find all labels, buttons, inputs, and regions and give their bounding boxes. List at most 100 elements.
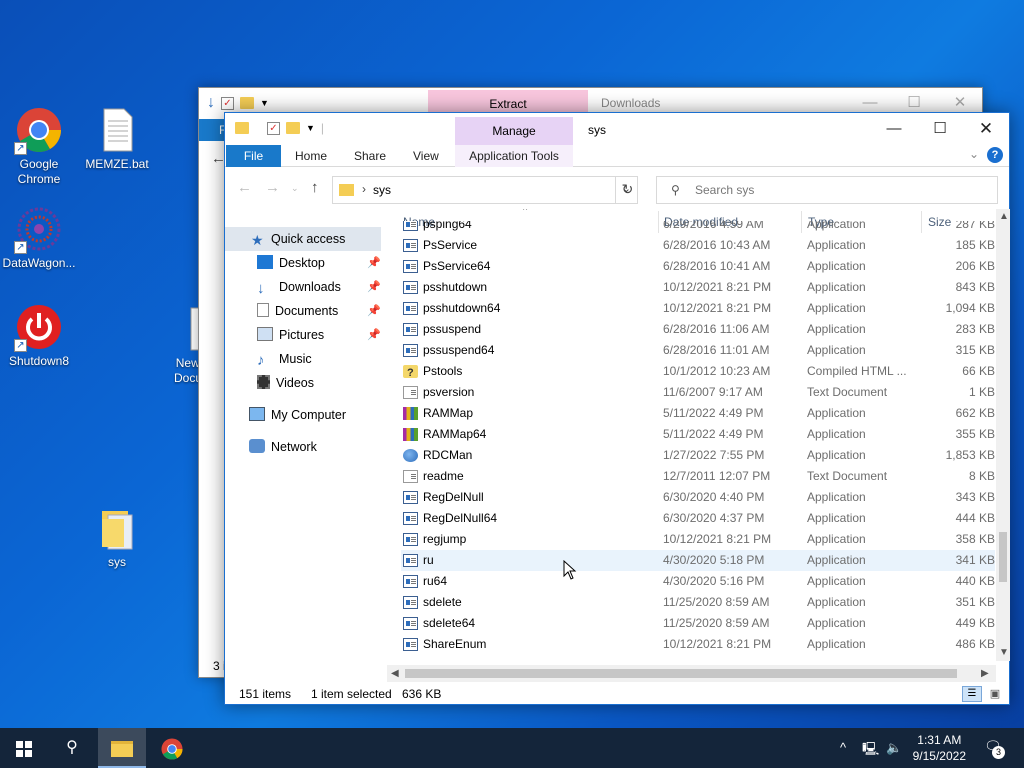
file-row[interactable]: pssuspend64 6/28/2016 11:01 AM Application… (401, 340, 995, 361)
file-row[interactable]: sdelete64 11/25/2020 8:59 AM Application 44… (401, 613, 995, 634)
taskbar-chrome[interactable] (148, 728, 196, 768)
pin-icon[interactable]: 📌 (367, 299, 381, 323)
file-type: Application (807, 301, 866, 315)
large-icons-view-icon[interactable]: ▣ (987, 686, 1003, 702)
new-folder-icon[interactable] (286, 122, 300, 134)
system-clock[interactable]: 1:31 AM 9/15/2022 (913, 732, 966, 764)
file-row[interactable]: ru 4/30/2020 5:18 PM Application 341 KB (401, 550, 995, 571)
taskbar-file-explorer[interactable] (98, 728, 146, 768)
search-button[interactable]: ⚲ (48, 728, 96, 768)
tab-application-tools[interactable]: Application Tools (455, 145, 573, 167)
minimize-button[interactable]: — (871, 114, 917, 144)
file-row[interactable]: RegDelNull64 6/30/2020 4:37 PM Application… (401, 508, 995, 529)
file-row[interactable]: PsService 6/28/2016 10:43 AM Application 18… (401, 235, 995, 256)
file-name: regjump (423, 532, 467, 546)
nav-downloads[interactable]: ↓ Downloads 📌 (257, 275, 381, 299)
scroll-down-arrow-icon[interactable]: ▼ (999, 647, 1009, 658)
file-row[interactable]: readme 12/7/2011 12:07 PM Text Document 8 K… (401, 466, 995, 487)
volume-icon[interactable]: 🔈 (886, 740, 902, 756)
details-view-icon[interactable]: ☰ (962, 686, 982, 702)
customize-dropdown-icon[interactable]: ▼ (306, 123, 315, 133)
network-status-icon[interactable]: 🖳 (862, 740, 879, 762)
application-icon (403, 554, 418, 567)
expand-ribbon-chevron-icon[interactable]: ⌄ (969, 147, 979, 161)
properties-icon[interactable]: ✓ (267, 121, 280, 135)
file-row[interactable]: psversion 11/6/2007 9:17 AM Text Document 1… (401, 382, 995, 403)
properties-icon[interactable]: ✓ (221, 96, 234, 110)
nav-network[interactable]: Network (249, 435, 381, 459)
tab-home[interactable]: Home (295, 145, 327, 167)
scrollbar-thumb[interactable] (405, 669, 957, 678)
pin-icon[interactable]: 📌 (367, 251, 381, 275)
scroll-right-arrow-icon[interactable]: ▶ (981, 668, 989, 679)
file-tab-glimpse[interactable]: F (199, 119, 226, 141)
file-size: 343 KB (955, 490, 995, 504)
nav-music[interactable]: ♪ Music (257, 347, 381, 371)
up-arrow-icon[interactable]: ↑ (311, 179, 319, 196)
nav-pictures[interactable]: Pictures 📌 (257, 323, 381, 347)
desktop-icon-shutdown8[interactable]: ↗ Shutdown8 (1, 304, 77, 369)
file-row[interactable]: ru64 4/30/2020 5:16 PM Application 440 KB (401, 571, 995, 592)
application-icon (403, 428, 418, 441)
file-row[interactable]: RAMMap64 5/11/2022 4:49 PM Application 355 … (401, 424, 995, 445)
breadcrumb-chevron-icon[interactable]: › (362, 182, 366, 196)
desktop-icon-memze[interactable]: MEMZE.bat (79, 107, 155, 172)
file-row[interactable]: regjump 10/12/2021 8:21 PM Application 358 … (401, 529, 995, 550)
tab-file[interactable]: File (226, 145, 281, 167)
tab-view[interactable]: View (413, 145, 439, 167)
maximize-button[interactable]: ☐ (917, 114, 963, 144)
start-button[interactable] (0, 728, 48, 768)
search-input[interactable]: ⚲ Search sys (656, 176, 998, 204)
desktop-icon-datawagon[interactable]: ↗ DataWagon... (1, 206, 77, 271)
folder-icon (235, 122, 249, 134)
file-row[interactable]: Pstools 10/1/2012 10:23 AM Compiled HTML .… (401, 361, 995, 384)
application-icon (403, 281, 418, 294)
close-button[interactable]: ✕ (963, 114, 1009, 144)
nav-quick-access[interactable]: ★ Quick access (225, 227, 381, 251)
manage-context-tab[interactable]: Manage (455, 117, 573, 145)
pin-icon[interactable]: 📌 (367, 323, 381, 347)
nav-my-computer[interactable]: My Computer (249, 403, 381, 427)
action-center-button[interactable]: 🗨 3 (984, 738, 1005, 759)
file-row[interactable]: RDCMan 1/27/2022 7:55 PM Application 1,853 … (401, 445, 995, 466)
nav-desktop[interactable]: Desktop 📌 (257, 251, 381, 275)
file-type: Application (807, 448, 866, 462)
file-row[interactable]: psshutdown64 10/12/2021 8:21 PM Applicatio… (401, 298, 995, 319)
help-icon[interactable]: ? (987, 147, 1003, 163)
file-row[interactable]: ShareEnum 10/12/2021 8:21 PM Application 48… (401, 634, 995, 655)
file-size: 444 KB (955, 511, 995, 525)
customize-dropdown-icon[interactable]: ▼ (260, 98, 269, 108)
pin-icon[interactable]: 📌 (367, 275, 381, 299)
desktop-icon-sys[interactable]: sys (79, 505, 155, 570)
explorer-window-sys[interactable]: ✓ ▼ | Manage sys — ☐ ✕ File Home Share V… (224, 112, 1010, 705)
scroll-left-arrow-icon[interactable]: ◀ (391, 668, 399, 679)
refresh-icon[interactable]: ↻ (615, 176, 639, 204)
file-name: RAMMap (423, 406, 474, 420)
file-row[interactable]: sdelete 11/25/2020 8:59 AM Application 351 … (401, 592, 995, 613)
show-hidden-icons-chevron-icon[interactable]: ^ (840, 740, 846, 755)
scroll-up-arrow-icon[interactable]: ▲ (999, 211, 1009, 222)
scrollbar-thumb[interactable] (999, 532, 1007, 582)
address-path[interactable]: sys (373, 183, 391, 197)
new-folder-icon[interactable] (240, 97, 254, 109)
file-row[interactable]: RegDelNull 6/30/2020 4:40 PM Application 34… (401, 487, 995, 508)
desktop-icon-chrome[interactable]: ↗ Google Chrome (1, 107, 77, 187)
recent-locations-chevron-icon[interactable]: ⌄ (291, 183, 299, 194)
quick-access-toolbar: ✓ ▼ | (235, 121, 324, 135)
file-size: 449 KB (955, 616, 995, 630)
address-bar[interactable]: › sys ⌄ (332, 176, 638, 204)
nav-documents[interactable]: Documents 📌 (257, 299, 381, 323)
tab-share[interactable]: Share (354, 145, 386, 167)
horizontal-scrollbar[interactable]: ◀ ▶ (387, 665, 996, 682)
selection-size: 636 KB (402, 687, 442, 701)
file-row[interactable]: PsService64 6/28/2016 10:41 AM Application… (401, 256, 995, 277)
file-row[interactable]: psshutdown 10/12/2021 8:21 PM Application 8… (401, 277, 995, 298)
forward-arrow-icon[interactable]: → (265, 179, 280, 196)
file-row[interactable]: RAMMap 5/11/2022 4:49 PM Application 662 KB (401, 403, 995, 424)
nav-videos[interactable]: Videos (257, 371, 381, 395)
file-type: Application (807, 322, 866, 336)
file-row[interactable]: pssuspend 6/28/2016 11:06 AM Application 28… (401, 319, 995, 340)
vertical-scrollbar[interactable]: ▲ ▼ (996, 209, 1010, 661)
nav-label: Documents (275, 304, 339, 318)
back-arrow-icon[interactable]: ← (237, 179, 252, 196)
